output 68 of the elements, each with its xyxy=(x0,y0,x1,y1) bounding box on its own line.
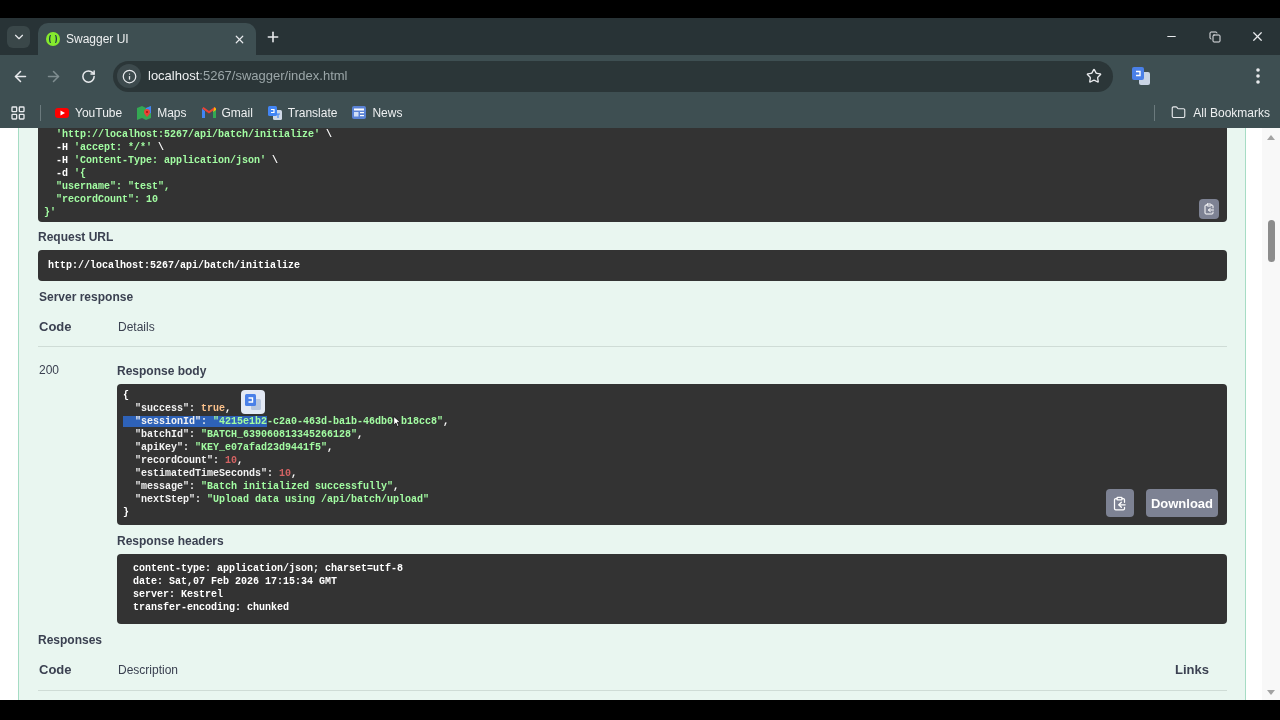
status-code: 200 xyxy=(39,363,60,377)
code-line: "estimatedTimeSeconds": 10, xyxy=(134,467,298,480)
code-line: } xyxy=(123,506,129,519)
restore-icon xyxy=(1208,30,1221,43)
stacked-tiles-icon xyxy=(267,105,282,120)
code-line: -H 'Content-Type: application/json' \ xyxy=(55,154,279,167)
column-header: Description xyxy=(118,662,179,679)
code-line: content-type: application/json; charset=utf-8 xyxy=(133,562,404,575)
browser-tab[interactable]: Swagger UI xyxy=(38,23,256,55)
code-text: "sessionId": "4215e1b2-c2a0-463d-ba1b-46db0 xyxy=(123,415,394,428)
apps-button[interactable] xyxy=(10,104,26,121)
code-line: "username": "test", xyxy=(55,180,171,193)
code-line: "nextStep": "Upload data using /api/batch/upload" xyxy=(134,493,430,506)
column-header: Code xyxy=(39,318,73,337)
copy-button[interactable] xyxy=(1105,489,1134,517)
copy-button[interactable] xyxy=(1199,199,1219,219)
bookmark-item[interactable]: Gmail xyxy=(195,100,259,125)
all-bookmarks-button[interactable]: All Bookmarks xyxy=(1165,100,1276,125)
code-line: { xyxy=(123,389,129,402)
bookmark-item[interactable]: YouTube xyxy=(49,100,129,125)
code-line: transfer-encoding: chunked xyxy=(133,601,290,614)
code-line: date: Sat,07 Feb 2026 17:15:34 GMT xyxy=(133,575,338,588)
menu-icon xyxy=(1256,68,1260,84)
grid-icon xyxy=(10,104,26,121)
column-header: Code xyxy=(39,661,73,680)
clipboard-icon xyxy=(1203,203,1215,215)
mail-icon xyxy=(201,107,216,118)
code-line: server: Kestrel xyxy=(133,588,223,601)
code-line: -H 'accept: */*' \ xyxy=(55,141,165,154)
code-line: "recordCount": 10 xyxy=(55,193,159,206)
tab-list-button[interactable] xyxy=(7,25,30,48)
newspaper-icon xyxy=(352,106,367,119)
response-body-label: Response body xyxy=(117,364,207,378)
folder-icon xyxy=(1171,105,1187,120)
column-header: Details xyxy=(118,319,155,336)
reload-icon xyxy=(80,68,96,84)
request-url-label: Request URL xyxy=(38,230,114,245)
stacked-tiles-icon[interactable] xyxy=(1132,67,1150,85)
code-line: -d '{ xyxy=(55,167,87,180)
play-button-icon xyxy=(55,107,69,118)
bookmark-item[interactable]: News xyxy=(346,100,409,125)
scrollbar-thumb[interactable] xyxy=(1267,220,1275,262)
column-header: Links xyxy=(1175,661,1209,680)
site-info-icon[interactable] xyxy=(117,64,141,88)
code-text: b18cc8", xyxy=(401,415,450,428)
response-headers-label: Response headers xyxy=(117,534,224,548)
responses-label: Responses xyxy=(38,633,103,647)
braces-badge-icon xyxy=(46,32,60,46)
download-button[interactable]: Download xyxy=(1145,489,1218,517)
bookmark-item[interactable]: Translate xyxy=(261,100,344,125)
bookmark-item[interactable]: Maps xyxy=(131,100,193,125)
address-bar[interactable]: localhost:5267/swagger/index.html xyxy=(113,60,1113,92)
code-line: "apiKey": "KEY_e07afad23d9441f5", xyxy=(134,441,334,454)
clipboard-icon xyxy=(1112,495,1128,511)
scrollbar[interactable] xyxy=(1262,128,1280,700)
close-icon xyxy=(1250,29,1265,44)
stacked-tiles-icon[interactable] xyxy=(241,390,265,414)
code-line: 'http://localhost:5267/api/batch/initialize' \ xyxy=(55,128,333,141)
code-line: "message": "Batch initialized successfully", xyxy=(134,480,400,493)
code-line: }' xyxy=(44,206,56,219)
code-line: "success": true, xyxy=(134,402,232,415)
bookmark-star-icon[interactable] xyxy=(1086,68,1102,84)
code-line: "recordCount": 10, xyxy=(134,454,244,467)
url-text[interactable]: localhost:5267/swagger/index.html xyxy=(148,66,348,86)
code-line: "batchId": "BATCH_639060813345266128", xyxy=(134,428,364,441)
request-url-text: http://localhost:5267/api/batch/initialize xyxy=(48,259,301,273)
server-response-label: Server response xyxy=(38,290,134,304)
map-pin-icon xyxy=(137,105,152,120)
